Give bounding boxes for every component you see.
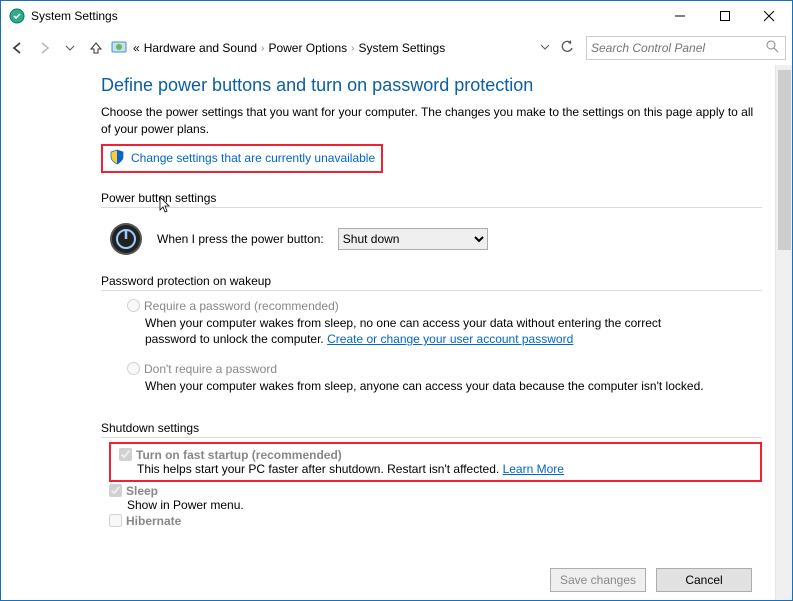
fast-startup-highlight: Turn on fast startup (recommended) This … (109, 442, 762, 482)
chevron-right-icon: › (351, 43, 354, 54)
sleep-desc: Show in Power menu. (127, 498, 762, 512)
learn-more-link[interactable]: Learn More (503, 462, 564, 476)
section-title-password: Password protection on wakeup (101, 274, 762, 288)
checkbox-fast-startup-input (119, 448, 132, 461)
radio-require-password: Require a password (recommended) (127, 299, 339, 313)
navbar: « Hardware and Sound › Power Options › S… (1, 31, 792, 65)
search-input[interactable] (587, 38, 757, 58)
divider (101, 437, 762, 438)
maximize-button[interactable] (702, 1, 747, 31)
forward-button[interactable] (33, 37, 55, 59)
control-panel-icon (111, 39, 129, 58)
save-button: Save changes (550, 568, 646, 592)
intro-text: Choose the power settings that you want … (101, 104, 762, 138)
power-button-select[interactable]: Shut down (338, 228, 488, 250)
back-button[interactable] (7, 37, 29, 59)
checkbox-sleep: Sleep (109, 484, 158, 498)
titlebar: System Settings (1, 1, 792, 31)
radio-no-password-input (127, 362, 140, 375)
power-button-label: When I press the power button: (157, 232, 324, 246)
cancel-button[interactable]: Cancel (656, 568, 752, 592)
search-box[interactable] (586, 36, 786, 60)
change-settings-link[interactable]: Change settings that are currently unava… (131, 151, 375, 165)
divider (101, 290, 762, 291)
divider (101, 207, 762, 208)
create-password-link[interactable]: Create or change your user account passw… (327, 332, 573, 346)
checkbox-fast-startup: Turn on fast startup (recommended) (119, 448, 342, 462)
radio-no-password: Don't require a password (127, 362, 277, 376)
radio-require-password-input (127, 299, 140, 312)
breadcrumb[interactable]: « Hardware and Sound › Power Options › S… (111, 39, 582, 58)
checkbox-hibernate: Hibernate (109, 514, 181, 528)
scrollbar-thumb[interactable] (778, 70, 791, 250)
chevron-right-icon: › (261, 43, 264, 54)
search-icon[interactable] (766, 40, 779, 56)
section-title-shutdown: Shutdown settings (101, 421, 762, 435)
up-button[interactable] (85, 37, 107, 59)
power-icon (109, 222, 143, 256)
no-password-desc: When your computer wakes from sleep, any… (145, 378, 715, 395)
history-dropdown[interactable] (59, 37, 81, 59)
fast-startup-desc: This helps start your PC faster after sh… (137, 462, 752, 476)
breadcrumb-item[interactable]: Power Options (268, 41, 347, 55)
section-title-power: Power button settings (101, 191, 762, 205)
close-button[interactable] (747, 1, 792, 31)
refresh-button[interactable] (560, 40, 574, 57)
scrollbar[interactable] (775, 65, 792, 600)
shield-icon (109, 149, 125, 168)
breadcrumb-item[interactable]: Hardware and Sound (144, 41, 257, 55)
breadcrumb-dropdown[interactable] (540, 41, 550, 55)
checkbox-sleep-input (109, 484, 122, 497)
require-password-desc: When your computer wakes from sleep, no … (145, 315, 715, 349)
checkbox-hibernate-input (109, 514, 122, 527)
minimize-button[interactable] (657, 1, 702, 31)
app-icon (9, 8, 25, 24)
change-settings-link-box: Change settings that are currently unava… (101, 144, 383, 173)
page-heading: Define power buttons and turn on passwor… (101, 75, 762, 96)
breadcrumb-item[interactable]: System Settings (359, 41, 446, 55)
window-title: System Settings (31, 9, 657, 23)
breadcrumb-prefix: « (133, 41, 140, 55)
